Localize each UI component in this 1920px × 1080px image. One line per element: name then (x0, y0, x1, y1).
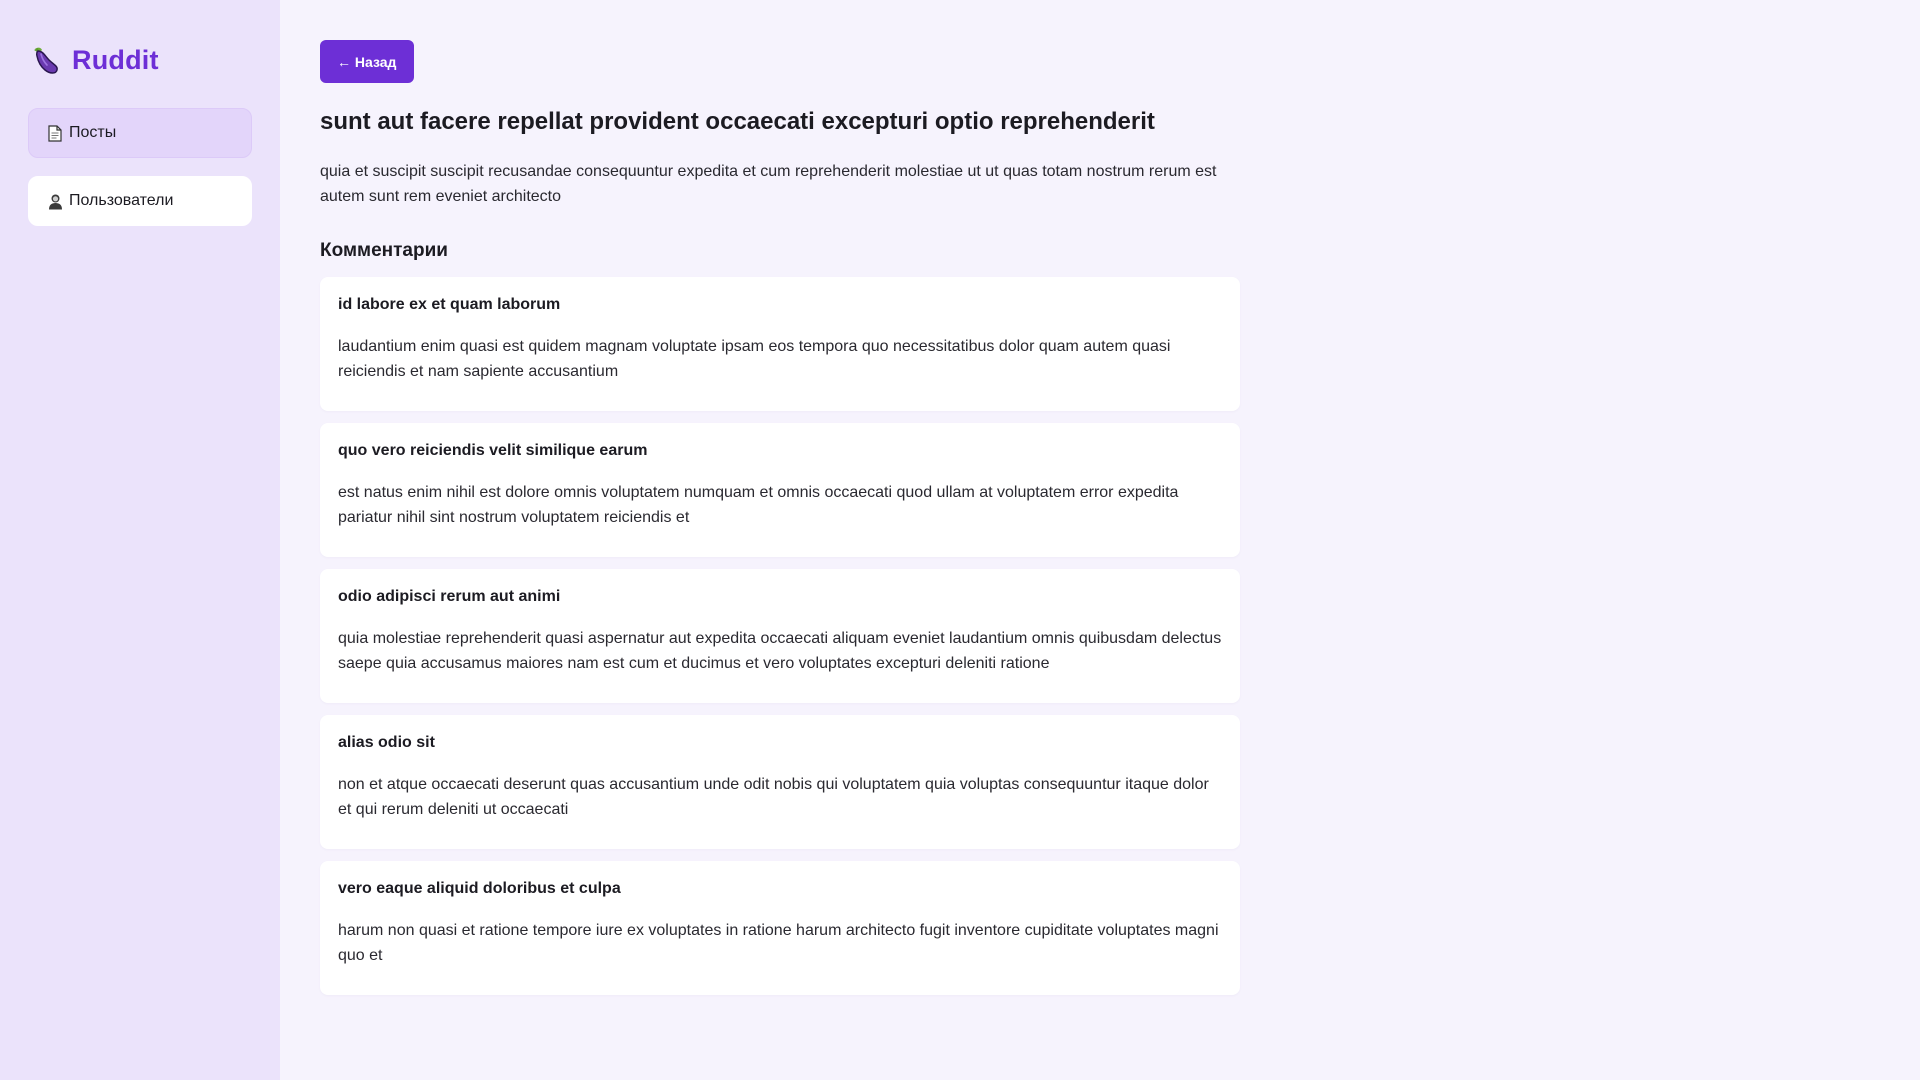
comment-author-name: quo vero reiciendis velit similique earu… (338, 442, 648, 459)
main-content: ← Назад sunt aut facere repellat provide… (280, 0, 1920, 1080)
post-body: quia et suscipit suscipit recusandae con… (320, 163, 1217, 205)
comment-author-name: vero eaque aliquid doloribus et culpa (338, 880, 621, 897)
sidebar: Ruddit Посты Пользователи (0, 0, 280, 1080)
comment-author-name: id labore ex et quam laborum (338, 296, 561, 313)
app-name: Ruddit (72, 44, 159, 75)
logo[interactable]: Ruddit (28, 40, 252, 80)
sidebar-item-label: Пользователи (69, 192, 174, 209)
eggplant-icon (30, 44, 62, 76)
sidebar-item-label: Посты (69, 124, 117, 141)
comment-card: odio adipisci rerum aut animi quia moles… (320, 569, 1240, 703)
sidebar-item-users[interactable]: Пользователи (28, 176, 252, 226)
comment-list: id labore ex et quam laborum laudantium … (320, 277, 1240, 995)
comment-card: alias odio sit non et atque occaecati de… (320, 715, 1240, 849)
comment-card: vero eaque aliquid doloribus et culpa ha… (320, 861, 1240, 995)
comment-author-name: alias odio sit (338, 734, 435, 751)
comment-author-name: odio adipisci rerum aut animi (338, 588, 561, 605)
comments-heading: Комментарии (320, 240, 448, 261)
comment-card: id labore ex et quam laborum laudantium … (320, 277, 1240, 411)
comment-body: est natus enim nihil est dolore omnis vo… (338, 484, 1179, 526)
back-button[interactable]: ← Назад (320, 40, 415, 83)
comment-card: quo vero reiciendis velit similique earu… (320, 423, 1240, 557)
comment-body: quia molestiae reprehenderit quasi asper… (338, 630, 1222, 672)
comment-body: non et atque occaecati deserunt quas acc… (338, 776, 1209, 818)
post-title: sunt aut facere repellat provident occae… (320, 108, 1155, 135)
comment-body: harum non quasi et ratione tempore iure … (338, 922, 1219, 964)
sidebar-item-posts[interactable]: Посты (28, 108, 252, 158)
user-icon (47, 192, 63, 210)
page-icon (47, 124, 63, 142)
comment-body: laudantium enim quasi est quidem magnam … (338, 338, 1171, 380)
